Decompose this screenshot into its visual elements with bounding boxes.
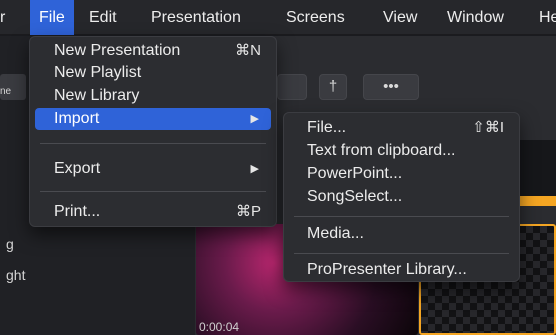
item-label: New Presentation xyxy=(54,42,181,59)
print-item[interactable]: Print... ⌘P xyxy=(35,201,271,223)
import-media-item[interactable]: Media... xyxy=(289,223,514,245)
menu-separator xyxy=(294,216,509,217)
toolbar-cross-button[interactable]: † xyxy=(319,74,347,100)
submenu-arrow-icon: ▶ xyxy=(250,163,259,175)
toolbar-more-button[interactable]: ••• xyxy=(363,74,419,100)
menu-separator xyxy=(294,253,509,254)
file-menu: New Presentation ⌘N New Playlist New Lib… xyxy=(29,36,277,227)
menu-screens[interactable]: Screens xyxy=(277,0,354,35)
media-timecode: 0:00:04 xyxy=(199,320,240,334)
export-item[interactable]: Export ▶ xyxy=(35,158,271,180)
menu-file[interactable]: File xyxy=(30,0,74,35)
import-item[interactable]: Import ▶ xyxy=(35,108,271,130)
more-icon: ••• xyxy=(383,78,399,95)
shortcut-label: ⌘N xyxy=(235,42,261,59)
item-label: Media... xyxy=(307,225,364,242)
menu-view[interactable]: View xyxy=(374,0,426,35)
item-label: New Library xyxy=(54,87,140,104)
shortcut-label: ⇧⌘I xyxy=(472,119,504,136)
menu-presentation[interactable]: Presentation xyxy=(142,0,250,35)
sidebar-label-fragment: ne xyxy=(0,86,12,97)
item-label: SongSelect... xyxy=(307,188,403,205)
item-label: PowerPoint... xyxy=(307,165,403,182)
sidebar-label-fragment: g xyxy=(6,236,14,252)
menu-separator xyxy=(40,143,266,144)
submenu-arrow-icon: ▶ xyxy=(250,113,259,125)
toolbar-group-button[interactable] xyxy=(277,74,307,100)
item-label: Print... xyxy=(54,203,101,220)
sidebar-label-fragment: ght xyxy=(6,267,26,283)
item-label: Import xyxy=(54,110,100,127)
import-submenu: File... ⇧⌘I Text from clipboard... Power… xyxy=(283,112,520,282)
import-propresenter-library-item[interactable]: ProPresenter Library... xyxy=(289,259,514,281)
new-playlist-item[interactable]: New Playlist xyxy=(35,62,271,84)
item-label: New Playlist xyxy=(54,64,142,81)
item-label: File... xyxy=(307,119,347,136)
import-songselect-item[interactable]: SongSelect... xyxy=(289,186,514,208)
import-powerpoint-item[interactable]: PowerPoint... xyxy=(289,163,514,185)
menu-bar: r File Edit Presentation Screens View Wi… xyxy=(0,0,556,35)
shortcut-label: ⌘P xyxy=(235,203,261,220)
menu-window[interactable]: Window xyxy=(438,0,513,35)
import-file-item[interactable]: File... ⇧⌘I xyxy=(289,117,514,139)
menu-separator xyxy=(40,191,266,192)
new-library-item[interactable]: New Library xyxy=(35,85,271,107)
menu-edit[interactable]: Edit xyxy=(80,0,126,35)
import-text-clipboard-item[interactable]: Text from clipboard... xyxy=(289,140,514,162)
menu-help[interactable]: He xyxy=(530,0,556,35)
new-presentation-item[interactable]: New Presentation ⌘N xyxy=(35,40,271,62)
item-label: Export xyxy=(54,160,101,177)
menu-fragment[interactable]: r xyxy=(0,0,22,35)
item-label: ProPresenter Library... xyxy=(307,261,467,278)
cross-icon: † xyxy=(328,78,338,95)
item-label: Text from clipboard... xyxy=(307,142,456,159)
